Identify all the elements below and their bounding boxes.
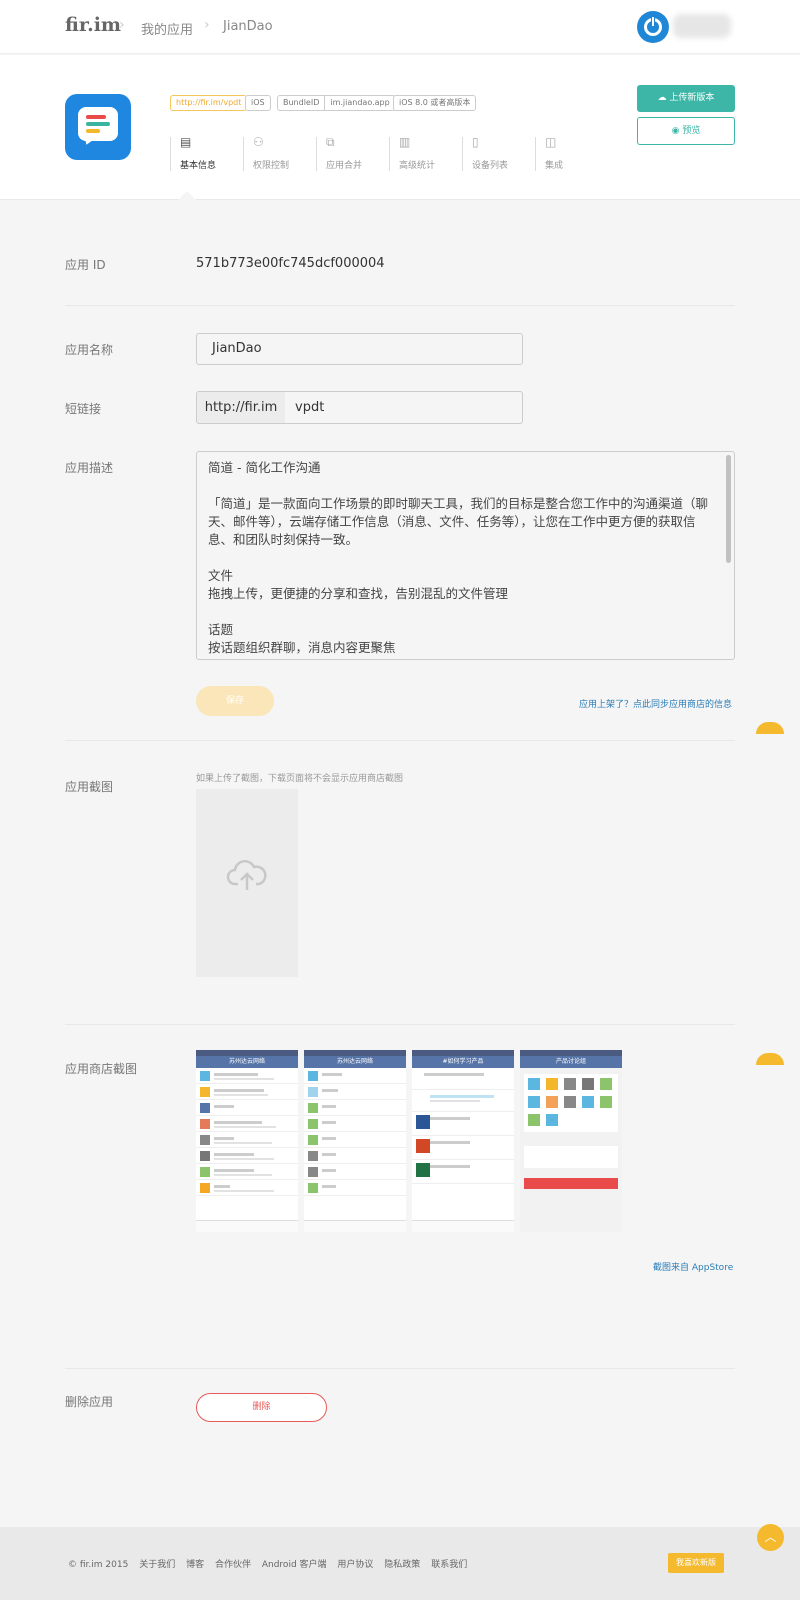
eye-icon: ◉ — [671, 126, 680, 136]
copyright: © fir.im 2015 — [68, 1560, 129, 1570]
box-icon: ◫ — [545, 135, 557, 149]
cloud-upload-icon: ☁ — [657, 93, 667, 103]
document-icon: ▤ — [180, 135, 192, 149]
divider — [65, 305, 735, 306]
platform-tag: iOS — [245, 95, 271, 111]
preview-button[interactable]: ◉ 预览 — [637, 117, 735, 145]
store-screenshot[interactable]: 产品讨论组 — [520, 1050, 622, 1232]
store-screenshots: 苏州达云网络 苏州达云网络 #如何学习产品 产品讨论组 — [196, 1050, 624, 1232]
short-url-tag[interactable]: http://fir.im/vpdt — [170, 95, 248, 111]
screenshots-hint: 如果上传了截图，下载页面将不会显示应用商店截图 — [196, 774, 404, 784]
footer-link-partners[interactable]: 合作伙伴 — [215, 1560, 251, 1570]
app-name-label: 应用名称 — [65, 343, 114, 357]
footer-links: © fir.im 2015 关于我们 博客 合作伙伴 Android 客户端 用… — [68, 1557, 475, 1570]
tab-statistics[interactable]: ▥ 高级统计 — [389, 135, 461, 173]
bundle-id-tag: BundleID im.jiandao.app — [277, 95, 396, 111]
footer-link-terms[interactable]: 用户协议 — [337, 1560, 373, 1570]
textarea-scrollbar[interactable] — [726, 455, 731, 563]
short-link-prefix: http://fir.im — [196, 391, 286, 424]
sync-store-link[interactable]: 应用上架了？点此同步应用商店的信息 — [579, 697, 732, 710]
username-blurred[interactable] — [673, 14, 731, 38]
footer-link-android-client[interactable]: Android 客户端 — [262, 1560, 327, 1570]
footer-link-contact[interactable]: 联系我们 — [431, 1560, 467, 1570]
min-os-tag: iOS 8.0 或者高版本 — [393, 95, 477, 111]
upload-new-version-button[interactable]: ☁ 上传新版本 — [637, 85, 735, 112]
divider — [65, 740, 735, 741]
side-float-button[interactable] — [756, 722, 784, 734]
store-screenshot[interactable]: 苏州达云网络 — [304, 1050, 406, 1232]
users-icon: ⚇ — [253, 135, 264, 149]
breadcrumb-current-app: JianDao — [223, 19, 273, 34]
tab-basic-info[interactable]: ▤ 基本信息 — [170, 135, 242, 173]
short-link-label: 短链接 — [65, 402, 102, 416]
divider — [65, 1024, 735, 1025]
bundle-id-value: im.jiandao.app — [324, 96, 394, 110]
footer: © fir.im 2015 关于我们 博客 合作伙伴 Android 客户端 用… — [0, 1527, 800, 1600]
divider — [65, 1368, 735, 1369]
description-label: 应用描述 — [65, 461, 114, 475]
description-textarea[interactable]: 简道 - 简化工作沟通 「简道」是一款面向工作场景的即时聊天工具，我们的目标是整… — [196, 451, 735, 660]
breadcrumb-my-apps[interactable]: 我的应用 — [141, 19, 193, 38]
short-link-input[interactable]: vpdt — [285, 391, 523, 424]
bar-chart-icon: ▥ — [399, 135, 411, 149]
tab-merge[interactable]: ⧉ 应用合并 — [316, 135, 388, 173]
back-to-top-button[interactable]: ︿ — [757, 1524, 784, 1551]
screenshot-upload-area[interactable] — [196, 789, 298, 977]
phone-icon: ▯ — [472, 135, 479, 149]
tab-devices[interactable]: ▯ 设备列表 — [462, 135, 534, 173]
footer-link-blog[interactable]: 博客 — [186, 1560, 204, 1570]
active-tab-indicator — [178, 191, 196, 200]
delete-app-label: 删除应用 — [65, 1395, 114, 1409]
tab-permissions[interactable]: ⚇ 权限控制 — [243, 135, 315, 173]
chevron-up-icon: ︿ — [764, 1530, 777, 1544]
cloud-upload-icon — [226, 860, 267, 890]
app-icon — [65, 94, 131, 160]
delete-button[interactable]: 删除 — [196, 1393, 327, 1422]
user-avatar[interactable] — [637, 11, 669, 43]
tab-integration[interactable]: ◫ 集成 — [535, 135, 607, 173]
screenshots-label: 应用截图 — [65, 780, 114, 794]
store-screenshot[interactable]: #如何学习产品 — [412, 1050, 514, 1232]
bundle-id-label: BundleID — [283, 98, 320, 107]
app-id-label: 应用 ID — [65, 258, 106, 272]
app-id-value: 571b773e00fc745dcf000004 — [196, 256, 385, 271]
side-float-button[interactable] — [756, 1053, 784, 1065]
top-navbar: fir.im › 我的应用 › JianDao — [0, 0, 800, 54]
chevron-right-icon: › — [119, 17, 125, 33]
save-button[interactable]: 保存 — [196, 686, 274, 716]
feedback-button[interactable]: 我喜欢新版 — [668, 1553, 724, 1573]
store-screenshots-label: 应用商店截图 — [65, 1062, 138, 1076]
appstore-source-link[interactable]: 截图来自 AppStore — [653, 1260, 733, 1273]
store-screenshot[interactable]: 苏州达云网络 — [196, 1050, 298, 1232]
merge-icon: ⧉ — [326, 135, 335, 149]
app-name-input[interactable]: JianDao — [196, 333, 523, 365]
footer-link-privacy[interactable]: 隐私政策 — [384, 1560, 420, 1570]
site-logo[interactable]: fir.im — [65, 14, 121, 36]
app-header: http://fir.im/vpdt iOS BundleID im.jianda… — [0, 55, 800, 200]
footer-link-about[interactable]: 关于我们 — [139, 1560, 175, 1570]
chevron-right-icon: › — [204, 17, 210, 33]
